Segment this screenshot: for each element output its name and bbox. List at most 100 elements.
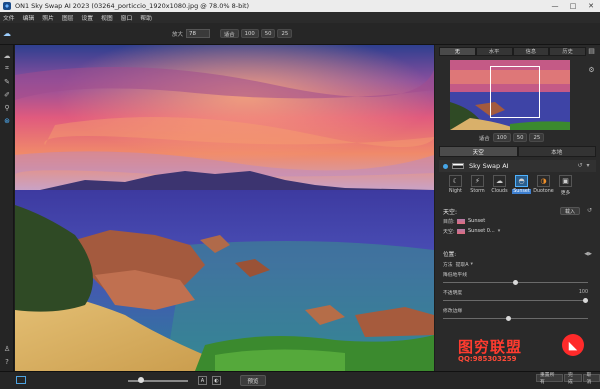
fit-control: 适合 100 50 25	[220, 29, 294, 38]
preset-night[interactable]: ☾ Night	[445, 175, 466, 201]
preset-storm[interactable]: ⚡ Storm	[467, 175, 488, 201]
opacity-slider[interactable]	[443, 297, 588, 304]
preset-duotone[interactable]: ◑ Duotone	[533, 175, 554, 201]
preset-label: Sunset	[512, 189, 531, 194]
menu-view[interactable]: 视图	[101, 13, 113, 22]
photo-canvas[interactable]	[15, 45, 434, 371]
browse-icon[interactable]: ▤	[587, 46, 596, 55]
preset-label: Storm	[470, 189, 485, 194]
menu-settings[interactable]: 设置	[81, 13, 93, 22]
watermark-overlay: 图穷联盟 QQ:985303259 ◣	[438, 330, 588, 370]
zoom-50-button[interactable]: 50	[260, 29, 276, 38]
duotone-icon: ◑	[537, 175, 550, 187]
crop-icon[interactable]: ⌗	[0, 62, 14, 75]
mask-toggle-icon[interactable]: ◐	[212, 376, 221, 385]
preset-more[interactable]: ▣ 更多	[555, 175, 576, 201]
retouch-icon[interactable]: ⚲	[0, 101, 14, 114]
tab-info[interactable]: 信息	[512, 47, 550, 56]
tab-history[interactable]: 历史	[549, 47, 586, 56]
menu-help[interactable]: 帮助	[140, 13, 152, 22]
minimize-button[interactable]: —	[546, 0, 564, 12]
brush-size-slider[interactable]	[128, 380, 188, 382]
auto-button[interactable]: A	[198, 376, 207, 385]
navigator-fit-label: 适合	[479, 135, 490, 142]
close-button[interactable]: ✕	[582, 0, 600, 12]
cloud-icon: ☁	[493, 175, 506, 187]
pen-icon[interactable]: ✐	[0, 88, 14, 101]
preset-label: Night	[449, 189, 462, 194]
zoom-input[interactable]: 78	[186, 29, 211, 38]
menu-layer[interactable]: 图层	[62, 13, 74, 22]
menu-edit[interactable]: 编辑	[23, 13, 35, 22]
bottom-bar: A ◐ 预览	[0, 371, 600, 389]
fit-button[interactable]: 适合	[220, 29, 239, 38]
refine-edge-slider[interactable]	[443, 315, 588, 322]
done-button[interactable]: 完成	[564, 373, 582, 385]
menu-window[interactable]: 窗口	[121, 13, 133, 22]
nav-zoom-100[interactable]: 100	[492, 133, 511, 142]
method-value: 提取A	[455, 262, 469, 268]
top-toolbar: ☁ 放大 78 适合 100 50 25	[0, 23, 600, 45]
slider-handle[interactable]	[138, 377, 144, 383]
navigator-frame[interactable]	[490, 66, 540, 118]
compare-view-icon[interactable]	[16, 376, 26, 384]
slider-handle[interactable]	[506, 316, 511, 321]
reset-module-icon[interactable]: ↺	[576, 162, 584, 169]
reset-sky-icon[interactable]: ↺	[587, 207, 592, 214]
brush-icon[interactable]: ✎	[0, 75, 14, 88]
opacity-label: 不透明度	[443, 290, 463, 296]
photo-preview	[15, 45, 434, 371]
lightning-icon: ⚡	[471, 175, 484, 187]
sky-select-label: 天空:	[443, 228, 455, 235]
preview-button[interactable]: 预览	[240, 375, 266, 386]
preset-categories: ☾ Night ⚡ Storm ☁ Clouds ◓ Sunset ◑ Duot…	[439, 175, 596, 201]
chevron-down-icon[interactable]: ▾	[498, 228, 501, 234]
nav-zoom-25[interactable]: 25	[529, 133, 545, 142]
slider-handle[interactable]	[583, 298, 588, 303]
preset-clouds[interactable]: ☁ Clouds	[489, 175, 510, 201]
menu-file[interactable]: 文件	[3, 13, 15, 22]
cancel-button[interactable]: 取消	[582, 373, 600, 385]
view-icon[interactable]: ☁	[0, 49, 14, 62]
navigator-zoom: 适合 100 50 25	[479, 133, 546, 142]
nav-zoom-50[interactable]: 50	[512, 133, 528, 142]
zoom-25-button[interactable]: 25	[277, 29, 293, 38]
collapse-module-icon[interactable]: ▾	[584, 162, 592, 169]
method-row[interactable]: 方法 提取A ▾	[439, 259, 596, 269]
module-enabled-toggle[interactable]	[443, 163, 448, 169]
preset-label: Duotone	[533, 189, 554, 194]
horizon-row: 降低地平线	[439, 269, 596, 279]
sunset-icon: ◓	[515, 175, 528, 187]
chevron-down-icon[interactable]: ▾	[471, 262, 473, 267]
preset-sunset[interactable]: ◓ Sunset	[511, 175, 532, 201]
slider-track	[443, 318, 588, 319]
moon-icon: ☾	[449, 175, 462, 187]
expand-arrows-icon[interactable]: ◀▶	[584, 251, 592, 257]
menu-photo[interactable]: 照片	[42, 13, 54, 22]
reset-all-button[interactable]: 重置所有	[536, 373, 563, 385]
zoom-100-button[interactable]: 100	[240, 29, 259, 38]
sky-tool-icon[interactable]: ⊛	[0, 114, 14, 127]
navigator-preview[interactable]	[450, 60, 570, 130]
settings-icon[interactable]: ⚙	[587, 65, 596, 74]
tab-level[interactable]: 水平	[475, 47, 513, 56]
maximize-button[interactable]: □	[564, 0, 582, 12]
help-icon[interactable]: ?	[0, 355, 14, 368]
slider-track	[443, 300, 588, 301]
current-sky-label: 目前:	[443, 218, 455, 225]
sky-swatch	[457, 218, 465, 224]
slider-handle[interactable]	[513, 280, 518, 285]
sky-select-row[interactable]: 天空: Sunset 0... ▾	[439, 226, 596, 236]
tab-sky[interactable]: 天空	[439, 146, 518, 157]
tab-local[interactable]: 本地	[517, 146, 596, 157]
current-sky-row[interactable]: 目前: Sunset	[439, 216, 596, 226]
tab-none[interactable]: 无	[439, 47, 476, 56]
opacity-row: 不透明度 100	[439, 287, 596, 297]
layers-icon[interactable]: ☁	[2, 28, 12, 38]
load-sky-button[interactable]: 载入	[560, 207, 580, 215]
window-title: ON1 Sky Swap AI 2023 (03264_porticcio_19…	[15, 2, 250, 10]
sky-section: 天空: 载入 ↺ 目前: Sunset 天空: Sunset 0... ▾	[439, 206, 596, 246]
user-icon[interactable]: ♙	[0, 342, 14, 355]
module-header[interactable]: Sky Swap AI ↺ ▾	[439, 160, 596, 172]
horizon-slider[interactable]	[443, 279, 588, 286]
